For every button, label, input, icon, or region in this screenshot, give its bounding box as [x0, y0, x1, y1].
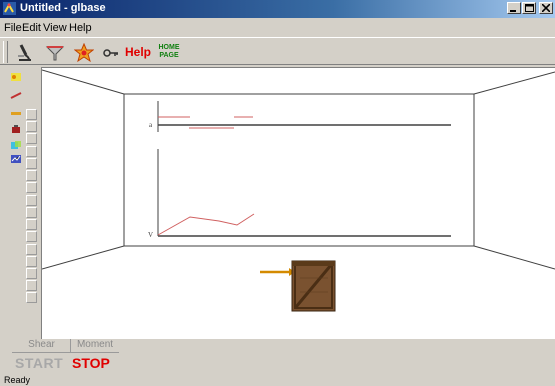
small-tool-button[interactable] — [26, 97, 37, 108]
weight-tool-icon[interactable] — [10, 124, 22, 134]
star-icon — [74, 43, 94, 63]
menu-help[interactable]: Help — [69, 22, 92, 34]
small-tool-button[interactable] — [26, 256, 37, 267]
help-button[interactable]: Help — [125, 40, 151, 64]
app-window: Untitled - glbase File Edit View Help He… — [0, 0, 555, 386]
small-tool-button[interactable] — [26, 195, 37, 206]
small-tool-button[interactable] — [26, 72, 37, 83]
key-button[interactable] — [98, 40, 124, 64]
start-button[interactable]: START — [15, 355, 63, 371]
small-tool-button[interactable] — [26, 244, 37, 255]
microscope-icon — [18, 44, 31, 61]
room-edge-top-left — [41, 69, 125, 95]
graph-tool-icon[interactable] — [10, 154, 22, 164]
small-tool-button[interactable] — [26, 146, 37, 157]
beam-tool-icon[interactable] — [10, 90, 22, 100]
minimize-button[interactable] — [507, 2, 521, 14]
menu-edit[interactable]: Edit — [22, 22, 41, 34]
home-line2: PAGE — [159, 52, 179, 59]
small-tool-button[interactable] — [26, 182, 37, 193]
small-tool-button[interactable] — [26, 207, 37, 218]
status-bar: Ready — [0, 375, 555, 386]
crate-block[interactable] — [291, 260, 336, 312]
room-edge-bottom-right — [473, 245, 555, 270]
menu-file[interactable]: File — [4, 22, 22, 34]
home-line1: HOME — [158, 44, 180, 51]
tab-divider — [12, 352, 119, 353]
menu-view[interactable]: View — [43, 22, 67, 34]
small-tool-button[interactable] — [26, 231, 37, 242]
status-text: Ready — [4, 375, 31, 385]
small-tool-button[interactable] — [26, 170, 37, 181]
velocity-curve — [157, 213, 255, 236]
funnel-button[interactable] — [42, 40, 68, 64]
maximize-icon — [525, 4, 534, 12]
title-bar[interactable]: Untitled - glbase — [0, 0, 555, 18]
app-icon — [3, 2, 16, 15]
upper-plot-label: a — [149, 121, 153, 129]
stop-button[interactable]: STOP — [72, 355, 110, 371]
menu-bar: File Edit View Help — [0, 20, 555, 36]
toolbar-grip[interactable] — [3, 41, 8, 63]
small-tool-button[interactable] — [26, 109, 37, 120]
small-tool-button[interactable] — [26, 158, 37, 169]
key-icon — [103, 49, 118, 57]
small-tool-button[interactable] — [26, 121, 37, 132]
support-tool-icon[interactable] — [10, 108, 22, 118]
lower-plot-label: V — [148, 231, 153, 239]
room-edge-top-right — [473, 71, 555, 95]
close-button[interactable] — [539, 2, 553, 14]
funnel-icon — [45, 46, 65, 61]
close-icon — [542, 4, 550, 12]
room-edge-bottom-left — [41, 245, 125, 270]
small-tool-button[interactable] — [26, 268, 37, 279]
small-tool-button[interactable] — [26, 219, 37, 230]
small-tool-button[interactable] — [26, 133, 37, 144]
toolbar: Help HOME PAGE — [0, 37, 555, 65]
bottom-panel: Shear Moment START STOP — [9, 338, 555, 374]
small-tool-button[interactable] — [26, 292, 37, 303]
tab-moment[interactable]: Moment — [71, 339, 119, 352]
left-toolbox — [9, 68, 41, 338]
window-title: Untitled - glbase — [20, 2, 106, 14]
simulation-canvas[interactable]: a V — [41, 67, 555, 339]
home-page-button[interactable]: HOME PAGE — [157, 41, 181, 63]
star-button[interactable] — [71, 40, 97, 64]
small-tool-button[interactable] — [26, 280, 37, 291]
minimize-icon — [510, 10, 516, 12]
left-icon-column — [9, 68, 23, 338]
cube-tool-icon[interactable] — [10, 140, 22, 150]
small-tool-button[interactable] — [26, 84, 37, 95]
microscope-button[interactable] — [12, 40, 38, 64]
tab-shear[interactable]: Shear — [13, 339, 71, 352]
yellow-tool-icon[interactable] — [10, 72, 22, 82]
maximize-button[interactable] — [522, 2, 536, 14]
room-scene: a V — [41, 69, 555, 312]
